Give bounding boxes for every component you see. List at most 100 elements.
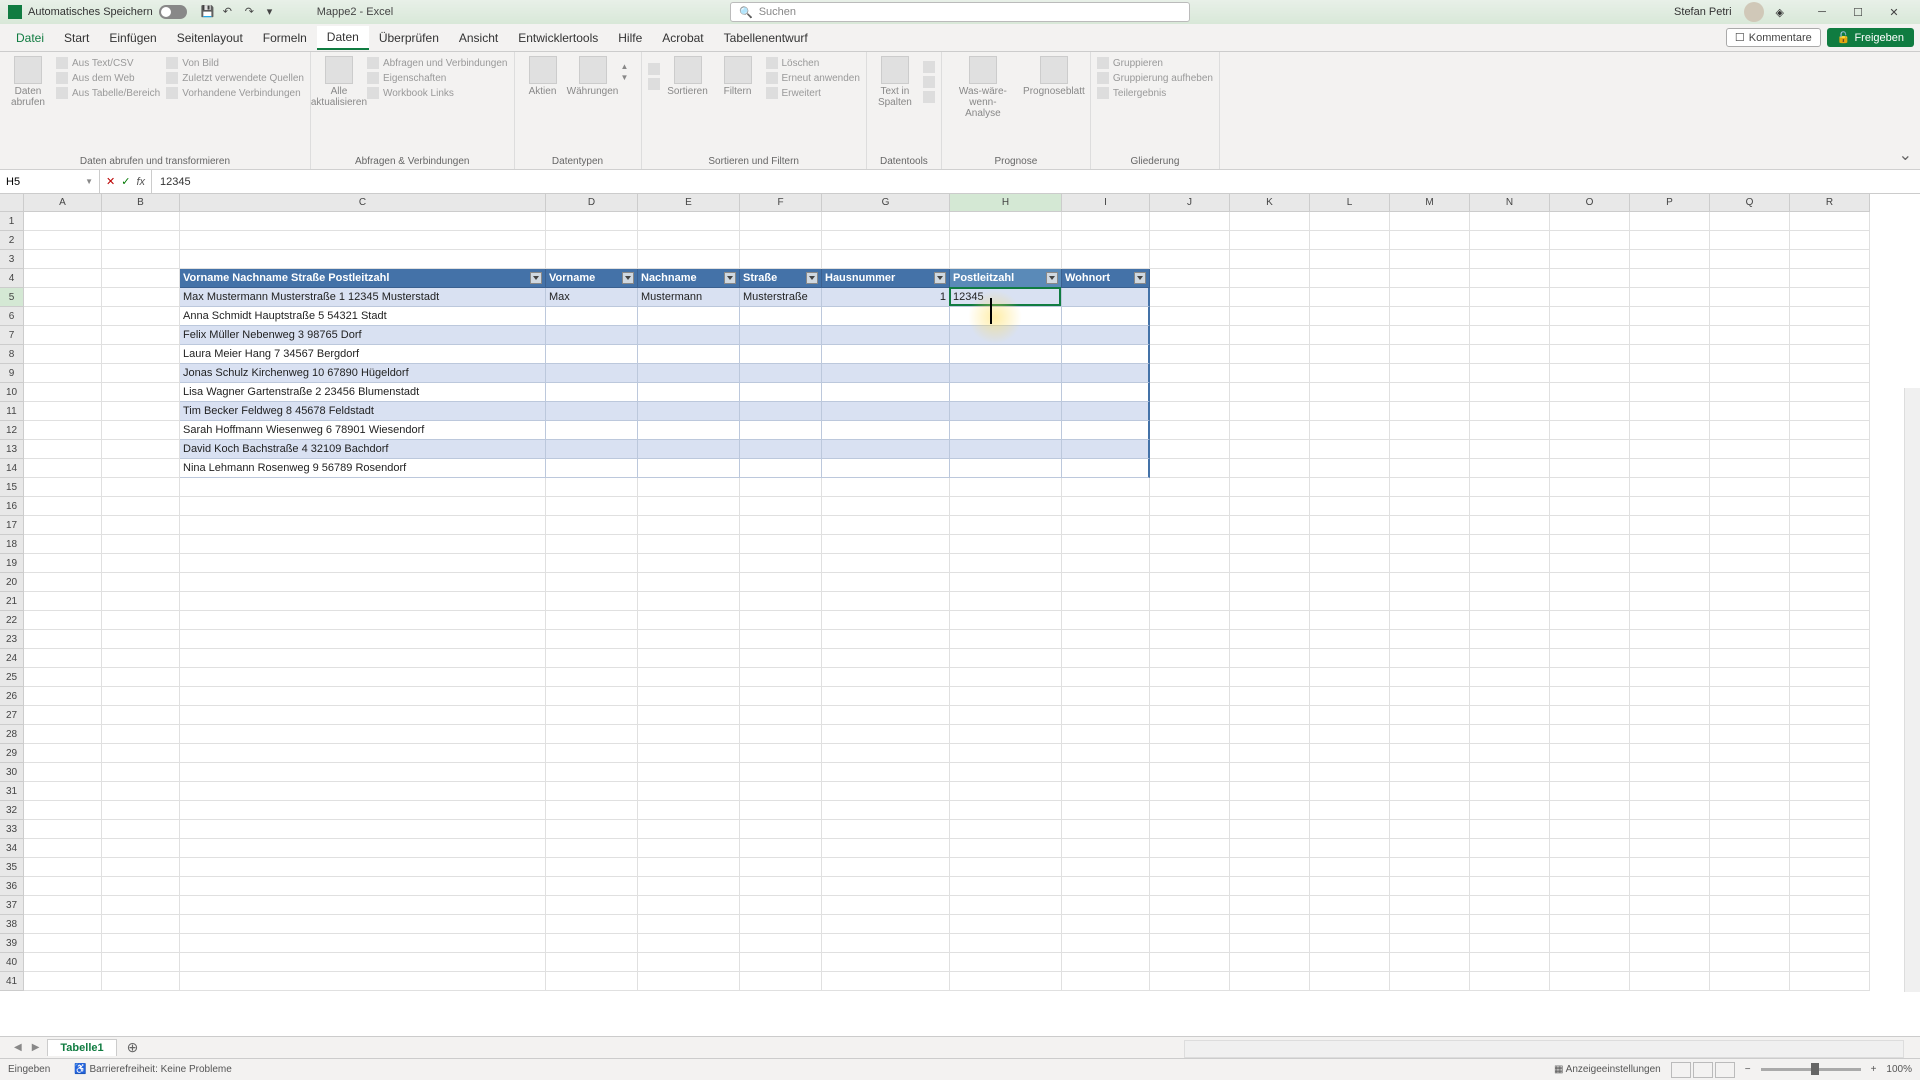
cell[interactable] xyxy=(1390,820,1470,839)
cell[interactable] xyxy=(1310,668,1390,687)
cell[interactable] xyxy=(1062,535,1150,554)
cell[interactable] xyxy=(1230,421,1310,440)
cell[interactable] xyxy=(1390,364,1470,383)
cell[interactable] xyxy=(1390,269,1470,288)
cell[interactable] xyxy=(1790,554,1870,573)
filter-dropdown-icon[interactable] xyxy=(1046,272,1058,284)
cell[interactable] xyxy=(1710,307,1790,326)
cell[interactable] xyxy=(24,820,102,839)
cell[interactable] xyxy=(102,478,180,497)
cell[interactable] xyxy=(1062,934,1150,953)
table-cell[interactable] xyxy=(822,326,950,345)
cell[interactable] xyxy=(1310,364,1390,383)
cell[interactable] xyxy=(180,592,546,611)
cell[interactable] xyxy=(1310,820,1390,839)
table-cell[interactable] xyxy=(546,364,638,383)
cell[interactable] xyxy=(102,668,180,687)
cell[interactable] xyxy=(1710,421,1790,440)
cell[interactable] xyxy=(1062,953,1150,972)
cell[interactable] xyxy=(1390,402,1470,421)
cell[interactable] xyxy=(102,687,180,706)
cell[interactable] xyxy=(1710,611,1790,630)
workbook-links[interactable]: Workbook Links xyxy=(367,86,508,100)
tab-file[interactable]: Datei xyxy=(6,27,54,49)
table-header-cell[interactable]: Vorname Nachname Straße Postleitzahl xyxy=(180,269,546,288)
cell[interactable] xyxy=(1630,535,1710,554)
row-header-41[interactable]: 41 xyxy=(0,972,24,991)
cell[interactable] xyxy=(1062,250,1150,269)
cell[interactable] xyxy=(1710,516,1790,535)
cell[interactable] xyxy=(102,497,180,516)
cell[interactable] xyxy=(1790,212,1870,231)
cell[interactable] xyxy=(1150,535,1230,554)
table-cell[interactable] xyxy=(1062,383,1150,402)
cell[interactable] xyxy=(1062,478,1150,497)
cell[interactable] xyxy=(740,649,822,668)
cell[interactable] xyxy=(1390,744,1470,763)
cell[interactable] xyxy=(546,516,638,535)
table-cell[interactable]: David Koch Bachstraße 4 32109 Bachdorf xyxy=(180,440,546,459)
cell[interactable] xyxy=(1390,706,1470,725)
cell[interactable] xyxy=(1150,459,1230,478)
cell[interactable] xyxy=(950,611,1062,630)
cell[interactable] xyxy=(1470,440,1550,459)
row-header-8[interactable]: 8 xyxy=(0,345,24,364)
cell[interactable] xyxy=(1710,763,1790,782)
cell[interactable] xyxy=(638,250,740,269)
cell[interactable] xyxy=(638,554,740,573)
col-header-M[interactable]: M xyxy=(1390,194,1470,212)
cell[interactable] xyxy=(1710,820,1790,839)
cell[interactable] xyxy=(740,687,822,706)
cell[interactable] xyxy=(638,649,740,668)
cell[interactable] xyxy=(1790,573,1870,592)
cell[interactable] xyxy=(1150,839,1230,858)
cell[interactable] xyxy=(1710,288,1790,307)
cell[interactable] xyxy=(1790,421,1870,440)
table-cell[interactable] xyxy=(950,345,1062,364)
cell[interactable] xyxy=(638,934,740,953)
filter-dropdown-icon[interactable] xyxy=(934,272,946,284)
filter-dropdown-icon[interactable] xyxy=(724,272,736,284)
cell[interactable] xyxy=(102,915,180,934)
cell[interactable] xyxy=(1550,877,1630,896)
cell[interactable] xyxy=(1470,953,1550,972)
cell[interactable] xyxy=(1150,687,1230,706)
cell[interactable] xyxy=(1230,516,1310,535)
cell[interactable] xyxy=(102,269,180,288)
cell[interactable] xyxy=(24,915,102,934)
horizontal-scrollbar[interactable] xyxy=(1184,1040,1904,1058)
cell[interactable] xyxy=(950,782,1062,801)
cell[interactable] xyxy=(1062,668,1150,687)
cell[interactable] xyxy=(1550,231,1630,250)
table-cell[interactable] xyxy=(638,383,740,402)
cell[interactable] xyxy=(822,687,950,706)
table-cell[interactable] xyxy=(822,459,950,478)
col-header-E[interactable]: E xyxy=(638,194,740,212)
cell[interactable] xyxy=(1790,535,1870,554)
cell[interactable] xyxy=(1062,212,1150,231)
cell[interactable] xyxy=(740,896,822,915)
cell[interactable] xyxy=(1310,516,1390,535)
cell[interactable] xyxy=(1630,516,1710,535)
cell[interactable] xyxy=(1790,630,1870,649)
cell[interactable] xyxy=(1150,877,1230,896)
cell[interactable] xyxy=(1390,326,1470,345)
cell[interactable] xyxy=(1230,820,1310,839)
cell[interactable] xyxy=(546,801,638,820)
table-cell[interactable] xyxy=(1062,421,1150,440)
cell[interactable] xyxy=(1710,972,1790,991)
cell[interactable] xyxy=(24,744,102,763)
cell[interactable] xyxy=(1150,649,1230,668)
cell[interactable] xyxy=(1310,459,1390,478)
table-cell[interactable]: Musterstraße xyxy=(740,288,822,307)
cell[interactable] xyxy=(638,744,740,763)
cell[interactable] xyxy=(740,231,822,250)
cell[interactable] xyxy=(822,839,950,858)
cell[interactable] xyxy=(1710,858,1790,877)
table-cell[interactable] xyxy=(1062,326,1150,345)
cell[interactable] xyxy=(24,535,102,554)
col-header-H[interactable]: H xyxy=(950,194,1062,212)
cell[interactable] xyxy=(1150,364,1230,383)
close-button[interactable]: ✕ xyxy=(1876,0,1912,24)
row-header-20[interactable]: 20 xyxy=(0,573,24,592)
